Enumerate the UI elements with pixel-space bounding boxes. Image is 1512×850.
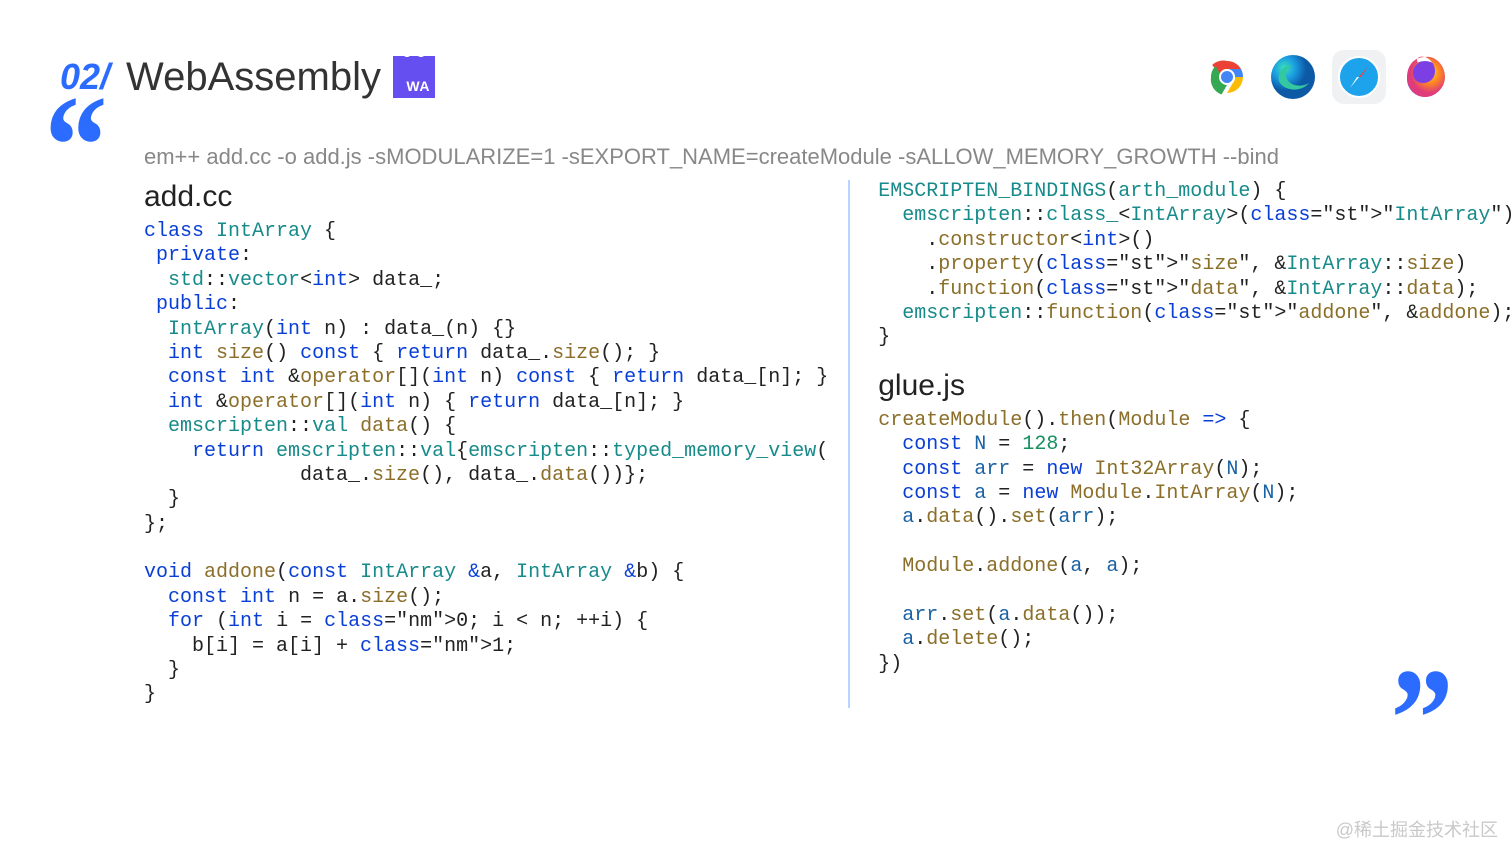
chrome-icon — [1200, 50, 1254, 104]
edge-icon — [1266, 50, 1320, 104]
code-block-addcc: class IntArray { private: std::vector<in… — [144, 220, 828, 708]
right-column: EMSCRIPTEN_BINDINGS(arth_module) { emscr… — [848, 180, 1512, 708]
page-title: WebAssembly — [126, 55, 381, 100]
filename-right: glue.js — [878, 369, 1512, 403]
watermark: @稀土掘金技术社区 — [1336, 816, 1498, 842]
left-column: add.cc class IntArray { private: std::ve… — [144, 180, 848, 708]
quote-open-icon: “ — [45, 103, 108, 189]
compile-command: em++ add.cc -o add.js -sMODULARIZE=1 -sE… — [144, 144, 1512, 170]
wasm-logo-icon: WA — [393, 56, 435, 98]
safari-icon — [1332, 50, 1386, 104]
browser-icon-row — [1200, 50, 1452, 104]
code-block-gluejs: createModule().then(Module => { const N … — [878, 409, 1512, 677]
header: 02/ WebAssembly WA — [0, 0, 1512, 114]
firefox-icon — [1398, 50, 1452, 104]
code-block-bindings: EMSCRIPTEN_BINDINGS(arth_module) { emscr… — [878, 180, 1512, 351]
filename-left: add.cc — [144, 180, 828, 214]
quote-close-icon: ” — [1391, 676, 1454, 762]
code-columns: add.cc class IntArray { private: std::ve… — [144, 180, 1452, 708]
